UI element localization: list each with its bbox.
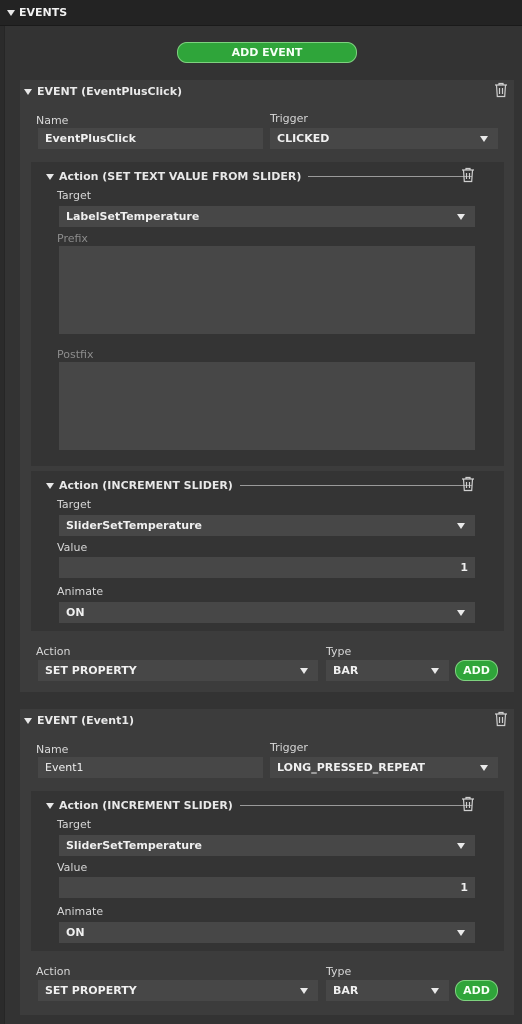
chevron-down-icon [457, 609, 465, 616]
action-type-select[interactable]: SET PROPERTY [38, 660, 318, 681]
value-label: Value [57, 541, 88, 554]
target-select-value: SliderSetTemperature [66, 839, 202, 852]
action-type-label: Action [36, 965, 71, 978]
type-select-value: BAR [333, 664, 359, 677]
triangle-down-icon[interactable] [7, 9, 15, 16]
action-type-value: SET PROPERTY [45, 664, 137, 677]
trash-icon[interactable] [461, 167, 475, 183]
action-type-value: SET PROPERTY [45, 984, 137, 997]
chevron-down-icon [480, 764, 488, 771]
target-label: Target [57, 818, 92, 831]
event-title-label: EVENT (Event1) [37, 714, 135, 727]
name-input[interactable]: Event1 [38, 757, 263, 778]
value-label: Value [57, 861, 88, 874]
triangle-down-icon[interactable] [24, 88, 32, 95]
event-title-label: EVENT (EventPlusClick) [37, 85, 183, 98]
divider [239, 805, 472, 806]
chevron-down-icon [457, 842, 465, 849]
trash-icon[interactable] [494, 711, 508, 727]
trigger-select[interactable]: LONG_PRESSED_REPEAT [270, 757, 498, 778]
trash-icon[interactable] [461, 476, 475, 492]
triangle-down-icon[interactable] [24, 717, 32, 724]
action-title: Action (INCREMENT SLIDER) [59, 799, 233, 812]
postfix-textarea[interactable] [59, 362, 475, 450]
events-header-label: EVENTS [19, 6, 68, 19]
name-label: Name [36, 743, 69, 756]
action-header[interactable]: Action (INCREMENT SLIDER) [46, 799, 476, 812]
target-select[interactable]: SliderSetTemperature [59, 515, 475, 536]
prefix-label: Prefix [57, 232, 88, 245]
trash-icon[interactable] [494, 82, 508, 98]
value-input[interactable]: 1 [59, 557, 475, 578]
chevron-down-icon [431, 987, 439, 994]
chevron-down-icon [457, 522, 465, 529]
type-label: Type [326, 965, 352, 978]
add-event-button[interactable]: ADD EVENT [177, 42, 357, 63]
events-panel-title[interactable]: EVENTS [7, 6, 67, 19]
animate-select[interactable]: ON [59, 922, 475, 943]
divider [239, 485, 472, 486]
trigger-label: Trigger [270, 112, 308, 125]
target-select-value: LabelSetTemperature [66, 210, 200, 223]
chevron-down-icon [300, 667, 308, 674]
animate-select-value: ON [66, 606, 85, 619]
divider [308, 176, 472, 177]
triangle-down-icon[interactable] [46, 802, 54, 809]
prefix-textarea[interactable] [59, 246, 475, 334]
type-label: Type [326, 645, 352, 658]
type-select[interactable]: BAR [326, 980, 449, 1001]
action-type-select[interactable]: SET PROPERTY [38, 980, 318, 1001]
action-header[interactable]: Action (INCREMENT SLIDER) [46, 479, 476, 492]
trigger-label: Trigger [270, 741, 308, 754]
target-select-value: SliderSetTemperature [66, 519, 202, 532]
add-action-button[interactable]: ADD [455, 980, 498, 1001]
target-select[interactable]: SliderSetTemperature [59, 835, 475, 856]
add-action-button[interactable]: ADD [455, 660, 498, 681]
trigger-select[interactable]: CLICKED [270, 128, 498, 149]
action-title: Action (INCREMENT SLIDER) [59, 479, 233, 492]
postfix-label: Postfix [57, 348, 94, 361]
action-type-label: Action [36, 645, 71, 658]
name-label: Name [36, 114, 69, 127]
action-title: Action (SET TEXT VALUE FROM SLIDER) [59, 170, 302, 183]
type-select-value: BAR [333, 984, 359, 997]
chevron-down-icon [480, 135, 488, 142]
animate-select-value: ON [66, 926, 85, 939]
chevron-down-icon [431, 667, 439, 674]
action-header[interactable]: Action (SET TEXT VALUE FROM SLIDER) [46, 170, 476, 183]
target-select[interactable]: LabelSetTemperature [59, 206, 475, 227]
chevron-down-icon [457, 213, 465, 220]
name-input[interactable]: EventPlusClick [38, 128, 263, 149]
target-label: Target [57, 189, 92, 202]
events-panel-header[interactable]: EVENTS [0, 0, 522, 26]
animate-label: Animate [57, 585, 104, 598]
trigger-select-value: LONG_PRESSED_REPEAT [277, 761, 425, 774]
chevron-down-icon [300, 987, 308, 994]
triangle-down-icon[interactable] [46, 482, 54, 489]
triangle-down-icon[interactable] [46, 173, 54, 180]
target-label: Target [57, 498, 92, 511]
event-title[interactable]: EVENT (Event1) [24, 714, 134, 727]
animate-label: Animate [57, 905, 104, 918]
trigger-select-value: CLICKED [277, 132, 330, 145]
value-input[interactable]: 1 [59, 877, 475, 898]
chevron-down-icon [457, 929, 465, 936]
trash-icon[interactable] [461, 796, 475, 812]
type-select[interactable]: BAR [326, 660, 449, 681]
event-title[interactable]: EVENT (EventPlusClick) [24, 85, 182, 98]
animate-select[interactable]: ON [59, 602, 475, 623]
